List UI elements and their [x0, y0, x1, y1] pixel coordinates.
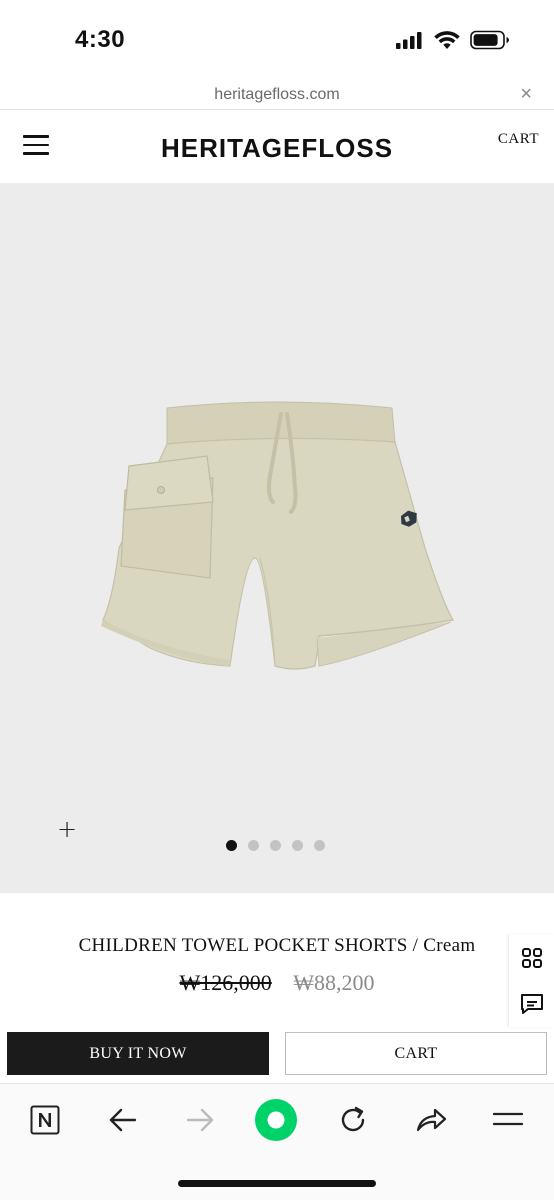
pagination-dot[interactable]	[314, 840, 325, 851]
battery-icon	[470, 30, 509, 50]
side-tools	[508, 935, 554, 1027]
url-text[interactable]: heritagefloss.com	[0, 86, 554, 104]
signal-icon	[396, 32, 422, 49]
status-time: 4:30	[75, 26, 126, 53]
pagination-dot[interactable]	[226, 840, 237, 851]
reload-icon[interactable]	[331, 1098, 375, 1142]
pagination-dot[interactable]	[248, 840, 259, 851]
close-icon[interactable]: ×	[520, 83, 532, 106]
status-bar: 4:30	[0, 0, 554, 80]
sale-price: ₩88,200	[293, 970, 375, 995]
home-indicator[interactable]	[178, 1180, 376, 1187]
product-image[interactable]	[95, 398, 465, 678]
add-to-cart-button[interactable]: CART	[285, 1032, 547, 1075]
naver-icon[interactable]	[23, 1098, 67, 1142]
share-icon[interactable]	[409, 1098, 453, 1142]
header-cart-link[interactable]: CART	[498, 131, 539, 148]
wifi-icon	[434, 30, 460, 49]
gallery-pagination[interactable]	[226, 840, 325, 851]
grid-icon[interactable]	[509, 935, 554, 981]
browser-menu-icon[interactable]	[486, 1098, 530, 1142]
original-price: ₩126,000	[179, 970, 272, 995]
product-gallery[interactable]: +	[0, 183, 554, 893]
zoom-plus-icon[interactable]: +	[57, 815, 77, 843]
forward-arrow-icon[interactable]	[178, 1098, 222, 1142]
pagination-dot[interactable]	[292, 840, 303, 851]
site-header: HERITAGEFLOSS CART	[0, 111, 554, 183]
chat-icon[interactable]	[509, 981, 554, 1027]
brand-logo[interactable]: HERITAGEFLOSS	[0, 133, 554, 164]
pagination-dot[interactable]	[270, 840, 281, 851]
price-row: ₩126,000 ₩88,200	[0, 970, 554, 996]
url-bar[interactable]: heritagefloss.com ×	[0, 80, 554, 110]
status-icons	[396, 30, 510, 50]
buy-it-now-button[interactable]: BUY IT NOW	[7, 1032, 269, 1075]
product-title: CHILDREN TOWEL POCKET SHORTS / Cream	[78, 935, 476, 956]
back-arrow-icon[interactable]	[101, 1098, 145, 1142]
green-dot-icon[interactable]	[254, 1098, 298, 1142]
